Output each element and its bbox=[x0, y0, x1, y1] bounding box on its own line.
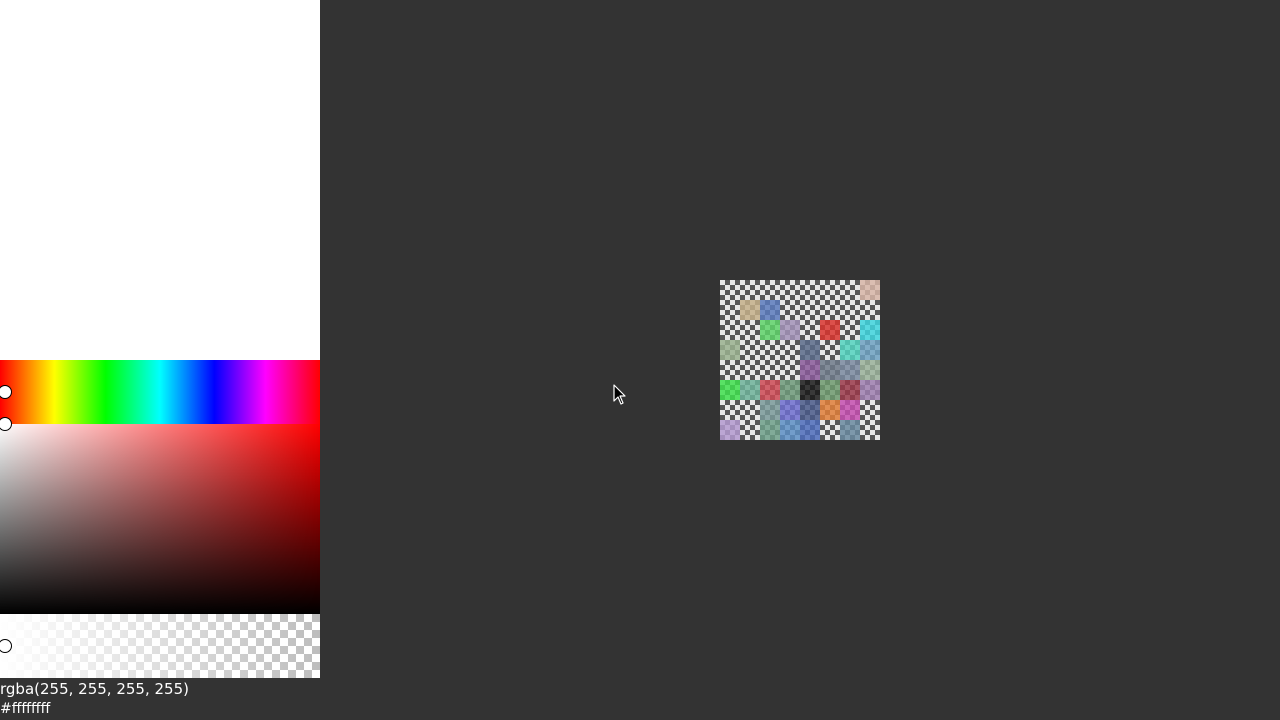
color-swatch[interactable] bbox=[720, 320, 740, 340]
color-swatch[interactable] bbox=[720, 360, 740, 380]
color-swatch[interactable] bbox=[780, 340, 800, 360]
color-swatch[interactable] bbox=[860, 420, 880, 440]
color-swatch[interactable] bbox=[860, 340, 880, 360]
color-swatch[interactable] bbox=[820, 300, 840, 320]
color-swatch[interactable] bbox=[740, 360, 760, 380]
color-swatch[interactable] bbox=[720, 340, 740, 360]
color-preview bbox=[0, 0, 320, 360]
color-swatch[interactable] bbox=[780, 280, 800, 300]
color-swatch[interactable] bbox=[800, 320, 820, 340]
color-swatch[interactable] bbox=[760, 380, 780, 400]
color-swatch[interactable] bbox=[740, 280, 760, 300]
color-swatch[interactable] bbox=[740, 300, 760, 320]
color-swatch[interactable] bbox=[720, 300, 740, 320]
color-swatch[interactable] bbox=[840, 380, 860, 400]
color-swatch[interactable] bbox=[800, 400, 820, 420]
color-swatch[interactable] bbox=[740, 320, 760, 340]
color-swatch[interactable] bbox=[840, 340, 860, 360]
hex-value-text: #ffffffff bbox=[0, 701, 51, 717]
color-swatch[interactable] bbox=[860, 380, 880, 400]
color-swatch[interactable] bbox=[720, 380, 740, 400]
rgba-value-text: rgba(255, 255, 255, 255) bbox=[0, 680, 189, 698]
color-swatch[interactable] bbox=[860, 280, 880, 300]
color-swatch[interactable] bbox=[800, 420, 820, 440]
color-swatch[interactable] bbox=[800, 380, 820, 400]
color-swatch-grid bbox=[720, 280, 880, 440]
color-swatch[interactable] bbox=[860, 320, 880, 340]
color-swatch[interactable] bbox=[820, 280, 840, 300]
hue-slider[interactable] bbox=[0, 360, 320, 424]
color-swatch[interactable] bbox=[740, 400, 760, 420]
color-swatch[interactable] bbox=[800, 280, 820, 300]
color-swatch[interactable] bbox=[820, 320, 840, 340]
arrow-cursor-icon bbox=[613, 384, 626, 405]
color-swatch[interactable] bbox=[840, 320, 860, 340]
color-swatch[interactable] bbox=[800, 300, 820, 320]
color-swatch[interactable] bbox=[720, 400, 740, 420]
color-swatch[interactable] bbox=[740, 380, 760, 400]
color-swatch[interactable] bbox=[780, 380, 800, 400]
color-swatch[interactable] bbox=[760, 280, 780, 300]
color-swatch[interactable] bbox=[840, 300, 860, 320]
color-swatch[interactable] bbox=[840, 400, 860, 420]
color-swatch[interactable] bbox=[780, 300, 800, 320]
color-swatch[interactable] bbox=[860, 400, 880, 420]
color-swatch[interactable] bbox=[820, 380, 840, 400]
color-swatch[interactable] bbox=[840, 420, 860, 440]
color-swatch[interactable] bbox=[820, 400, 840, 420]
color-swatch[interactable] bbox=[860, 360, 880, 380]
saturation-value-area[interactable] bbox=[0, 424, 320, 614]
color-swatch[interactable] bbox=[820, 340, 840, 360]
color-swatch[interactable] bbox=[760, 300, 780, 320]
color-swatch[interactable] bbox=[760, 360, 780, 380]
color-swatch[interactable] bbox=[800, 360, 820, 380]
color-swatch[interactable] bbox=[760, 400, 780, 420]
color-swatch[interactable] bbox=[780, 420, 800, 440]
color-swatch[interactable] bbox=[780, 360, 800, 380]
color-swatch[interactable] bbox=[780, 400, 800, 420]
color-swatch[interactable] bbox=[720, 420, 740, 440]
color-swatch[interactable] bbox=[840, 360, 860, 380]
color-swatch[interactable] bbox=[820, 360, 840, 380]
color-swatch[interactable] bbox=[760, 340, 780, 360]
color-swatch[interactable] bbox=[820, 420, 840, 440]
color-picker-panel: rgba(255, 255, 255, 255) #ffffffff bbox=[0, 0, 320, 720]
color-swatch[interactable] bbox=[740, 340, 760, 360]
color-swatch[interactable] bbox=[780, 320, 800, 340]
color-swatch[interactable] bbox=[760, 420, 780, 440]
color-swatch[interactable] bbox=[840, 280, 860, 300]
color-swatch[interactable] bbox=[800, 340, 820, 360]
alpha-slider[interactable] bbox=[0, 614, 320, 678]
color-swatch[interactable] bbox=[740, 420, 760, 440]
color-swatch[interactable] bbox=[760, 320, 780, 340]
color-swatch[interactable] bbox=[860, 300, 880, 320]
color-swatch[interactable] bbox=[720, 280, 740, 300]
